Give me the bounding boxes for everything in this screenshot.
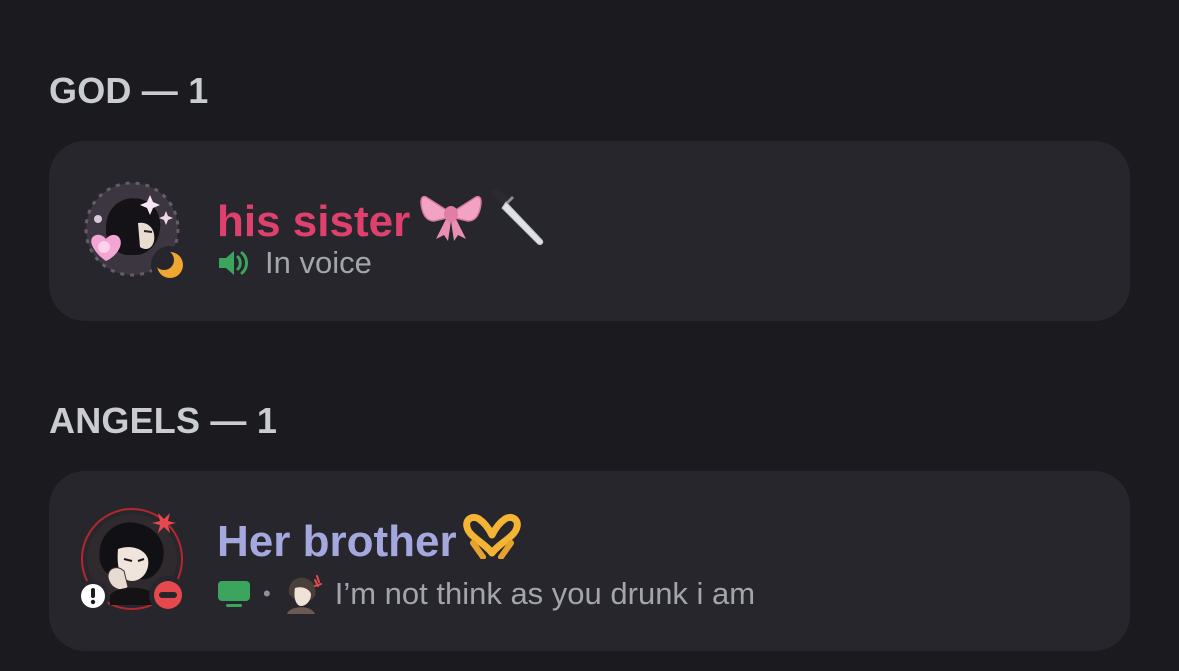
- member-name-text: Her brother: [217, 516, 457, 566]
- section-header-god: GOD — 1: [49, 70, 209, 111]
- avatar[interactable]: [77, 505, 187, 614]
- avatar[interactable]: [78, 175, 189, 284]
- screen-share-icon: [217, 579, 251, 609]
- member-card-her-brother[interactable]: Her brother • I’m not think as you drunk: [49, 471, 1130, 651]
- activity-line: In voice: [217, 245, 372, 281]
- knife-emoji: [484, 184, 548, 259]
- member-name-text: his sister: [217, 196, 411, 246]
- member-card-his-sister[interactable]: his sister In voice: [49, 141, 1130, 321]
- member-name: Her brother: [217, 513, 521, 570]
- activity-separator: •: [263, 581, 271, 606]
- activity-text: In voice: [265, 245, 372, 280]
- idle-moon-icon: [151, 246, 189, 284]
- custom-status-text: I’m not think as you drunk i am: [334, 576, 756, 611]
- heart-hands-emoji: [462, 513, 521, 570]
- do-not-disturb-icon: [149, 576, 187, 614]
- custom-status-emoji: [281, 574, 325, 614]
- ribbon-emoji: [420, 191, 482, 252]
- alert-icon: [77, 580, 109, 612]
- speaker-icon: [217, 248, 249, 278]
- section-header-angels: ANGELS — 1: [49, 400, 278, 441]
- activity-line: • I’m not think as you drunk i am: [217, 574, 755, 614]
